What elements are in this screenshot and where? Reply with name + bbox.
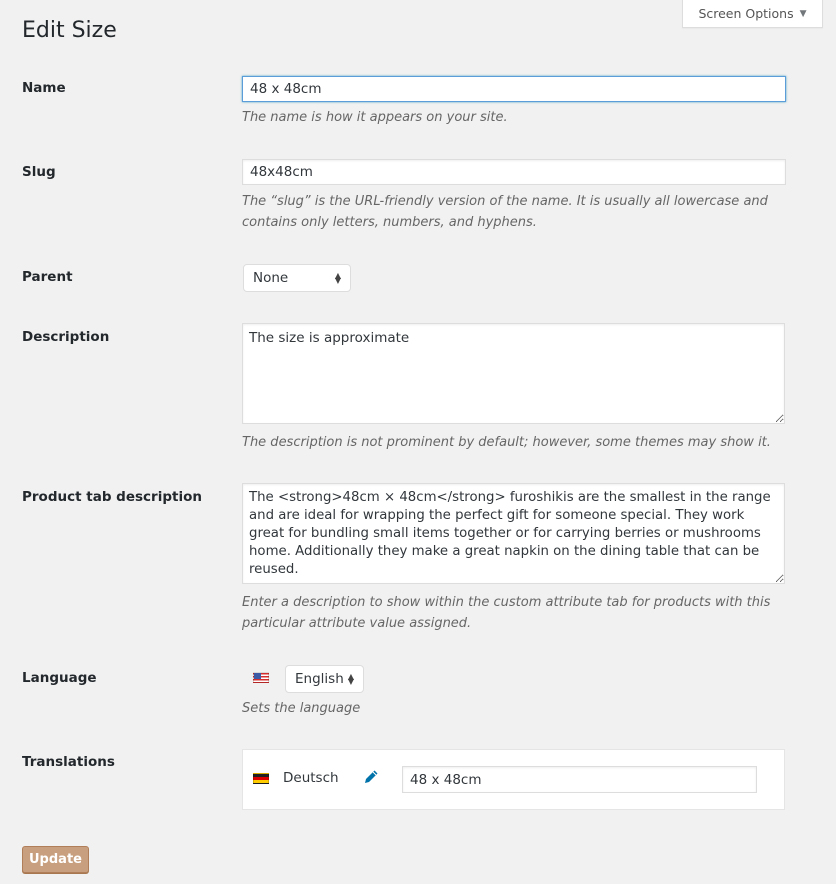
language-selected: English xyxy=(295,671,344,687)
language-select[interactable]: English ▲ ▼ xyxy=(285,665,364,693)
description-textarea[interactable]: The size is approximate xyxy=(242,323,785,424)
product-tab-description-textarea[interactable]: The <strong>48cm × 48cm</strong> furoshi… xyxy=(242,483,785,584)
parent-selected: None xyxy=(253,270,289,286)
update-button[interactable]: Update xyxy=(22,846,89,873)
select-arrows-icon: ▲ ▼ xyxy=(347,672,354,686)
translations-label: Translations xyxy=(22,754,115,770)
select-arrows-icon: ▲ ▼ xyxy=(334,271,341,285)
language-label: Language xyxy=(22,670,97,686)
description-hint: The description is not prominent by defa… xyxy=(242,435,771,450)
page-title: Edit Size xyxy=(22,18,117,43)
name-hint: The name is how it appears on your site. xyxy=(242,110,508,125)
slug-input[interactable] xyxy=(242,159,786,185)
caret-down-icon: ▼ xyxy=(799,8,807,19)
product-tab-description-hint: Enter a description to show within the c… xyxy=(242,595,771,631)
translation-language-name: Deutsch xyxy=(283,770,339,786)
name-label: Name xyxy=(22,80,66,96)
slug-label: Slug xyxy=(22,164,56,180)
us-flag-icon xyxy=(253,672,269,683)
language-hint: Sets the language xyxy=(242,701,361,716)
translations-table: Deutsch xyxy=(242,749,785,810)
slug-hint: The “slug” is the URL-friendly version o… xyxy=(242,194,768,230)
product-tab-description-label: Product tab description xyxy=(22,489,202,505)
parent-label: Parent xyxy=(22,269,73,285)
name-input[interactable] xyxy=(242,76,786,102)
translation-name-input[interactable] xyxy=(402,766,757,793)
screen-options-button[interactable]: Screen Options ▼ xyxy=(682,0,823,28)
de-flag-icon xyxy=(253,773,269,784)
screen-options-label: Screen Options xyxy=(698,6,794,21)
parent-select[interactable]: None ▲ ▼ xyxy=(243,264,351,292)
description-label: Description xyxy=(22,329,110,345)
pencil-edit-icon[interactable] xyxy=(363,769,381,787)
